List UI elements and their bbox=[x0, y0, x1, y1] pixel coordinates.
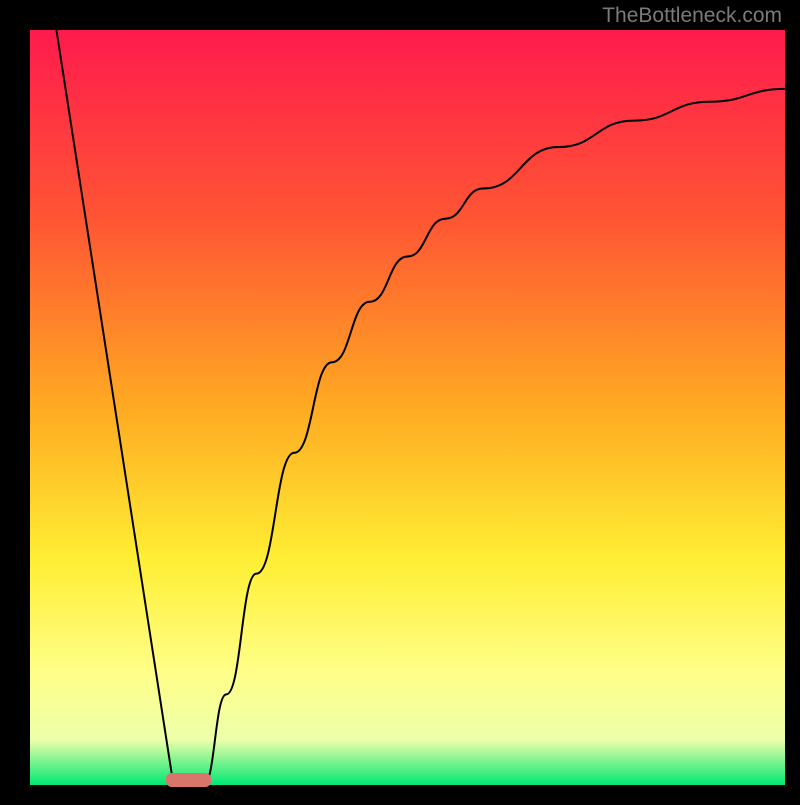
watermark-text: TheBottleneck.com bbox=[602, 4, 782, 28]
plot-area bbox=[30, 30, 785, 785]
minimum-marker bbox=[166, 773, 211, 787]
bottleneck-chart bbox=[0, 0, 800, 800]
chart-svg bbox=[0, 0, 800, 800]
